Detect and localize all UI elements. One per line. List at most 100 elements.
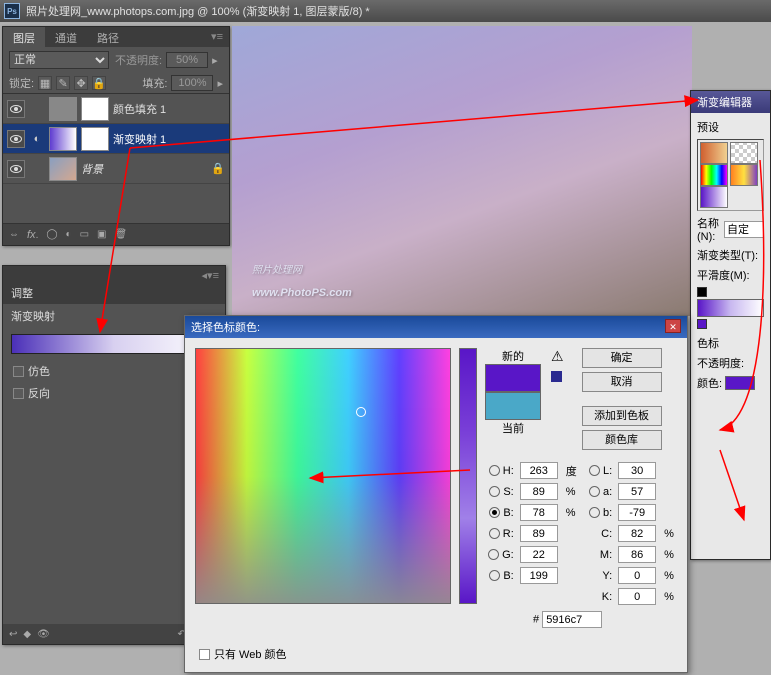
lock-transparency-icon[interactable]: ▦: [38, 76, 52, 90]
stop-color-swatch[interactable]: [725, 376, 755, 390]
gradient-name-input[interactable]: [724, 221, 764, 238]
b-input[interactable]: [520, 504, 558, 521]
bb-input[interactable]: [618, 504, 656, 521]
document-canvas[interactable]: 照片处理网 www.PhotoPS.com: [232, 26, 692, 316]
bl-radio[interactable]: [489, 570, 500, 581]
c-input[interactable]: [618, 525, 656, 542]
link-icon[interactable]: ⇔: [9, 229, 19, 240]
opacity-input[interactable]: [166, 52, 208, 68]
smooth-label: 平滑度(M):: [697, 267, 750, 283]
mask-icon[interactable]: ◯: [46, 229, 57, 240]
panel-menu-icon[interactable]: ◂▾≡: [196, 266, 225, 282]
fill-label: 填充:: [142, 75, 167, 91]
gamut-warning-icon[interactable]: ⚠: [551, 348, 564, 365]
layer-name[interactable]: 背景: [81, 161, 103, 177]
preset-swatch[interactable]: [700, 186, 728, 208]
websafe-warning-icon[interactable]: [551, 371, 562, 382]
hex-input[interactable]: [542, 611, 602, 628]
preset-swatch[interactable]: [700, 142, 728, 164]
lock-paint-icon[interactable]: ✎: [56, 76, 70, 90]
r-radio[interactable]: [489, 528, 500, 539]
opacity-stop-marker[interactable]: [697, 287, 707, 297]
chevron-down-icon[interactable]: ▸: [212, 54, 218, 67]
tab-channels[interactable]: 通道: [45, 27, 87, 47]
layer-thumb[interactable]: [49, 127, 77, 151]
cancel-button[interactable]: 取消: [582, 372, 662, 392]
adjust-title: 调整: [3, 282, 225, 304]
layer-name[interactable]: 颜色填充 1: [113, 101, 166, 117]
layer-thumb[interactable]: [49, 97, 77, 121]
preset-swatch[interactable]: [730, 142, 758, 164]
r-input[interactable]: [520, 525, 558, 542]
a-radio[interactable]: [589, 486, 600, 497]
a-input[interactable]: [618, 483, 656, 500]
preset-swatch[interactable]: [730, 164, 758, 186]
gradient-bar[interactable]: [697, 299, 764, 317]
blend-mode-select[interactable]: 正常: [9, 51, 109, 69]
lock-move-icon[interactable]: ✥: [74, 76, 88, 90]
layer-row[interactable]: 颜色填充 1: [3, 94, 229, 124]
fill-input[interactable]: [171, 75, 213, 91]
lock-all-icon[interactable]: 🔒: [92, 76, 106, 90]
reverse-checkbox[interactable]: [13, 388, 24, 399]
web-only-checkbox[interactable]: [199, 649, 210, 660]
tab-layers[interactable]: 图层: [3, 27, 45, 47]
layer-mask-thumb[interactable]: [81, 97, 109, 121]
visibility-toggle[interactable]: [7, 130, 25, 148]
s-input[interactable]: [520, 483, 558, 500]
l-radio[interactable]: [589, 465, 600, 476]
eye-icon[interactable]: 👁: [37, 629, 50, 640]
tab-paths[interactable]: 路径: [87, 27, 129, 47]
new-color-label: 新的: [485, 348, 541, 364]
fx-icon[interactable]: fx.: [27, 229, 38, 241]
b-radio[interactable]: [489, 507, 500, 518]
ok-button[interactable]: 确定: [582, 348, 662, 368]
g-radio[interactable]: [488, 549, 499, 560]
g-input[interactable]: [520, 546, 558, 563]
current-color-swatch[interactable]: [485, 392, 541, 420]
layer-row[interactable]: ◐ 渐变映射 1: [3, 124, 229, 154]
hue-slider[interactable]: [459, 348, 477, 604]
current-color-label: 当前: [485, 420, 541, 436]
s-radio[interactable]: [489, 486, 500, 497]
h-radio[interactable]: [489, 465, 500, 476]
return-icon[interactable]: ↩: [9, 629, 17, 640]
eye-icon: [10, 105, 22, 113]
panel-menu-icon[interactable]: ▾≡: [205, 27, 229, 47]
bb-radio[interactable]: [589, 507, 600, 518]
add-swatch-button[interactable]: 添加到色板: [582, 406, 662, 426]
layer-list: 颜色填充 1 ◐ 渐变映射 1 背景 🔒: [3, 94, 229, 184]
m-input[interactable]: [618, 546, 656, 563]
y-input[interactable]: [618, 567, 656, 584]
color-library-button[interactable]: 颜色库: [582, 430, 662, 450]
adjustment-icon[interactable]: ◐: [66, 229, 72, 240]
layer-mask-thumb[interactable]: [81, 127, 109, 151]
color-stop-marker[interactable]: [697, 319, 707, 329]
layer-row[interactable]: 背景 🔒: [3, 154, 229, 184]
color-field-cursor[interactable]: [356, 407, 366, 417]
preset-swatch[interactable]: [700, 164, 728, 186]
panel-tabs: 图层 通道 路径 ▾≡: [3, 27, 229, 47]
visibility-toggle[interactable]: [7, 160, 25, 178]
clip-icon[interactable]: ◆: [23, 629, 31, 640]
stop-opacity-label: 不透明度:: [697, 355, 744, 371]
layer-thumb[interactable]: [49, 157, 77, 181]
close-icon[interactable]: ✕: [665, 319, 681, 333]
trash-icon[interactable]: 🗑: [115, 229, 128, 240]
opacity-stops-track[interactable]: [697, 287, 764, 297]
l-input[interactable]: [618, 462, 656, 479]
folder-icon[interactable]: ▭: [80, 229, 89, 240]
h-input[interactable]: [520, 462, 558, 479]
chevron-down-icon[interactable]: ▸: [217, 77, 223, 90]
gradient-editor-title: 渐变编辑器: [691, 91, 770, 113]
dither-checkbox[interactable]: [13, 366, 24, 377]
bl-input[interactable]: [520, 567, 558, 584]
visibility-toggle[interactable]: [7, 100, 25, 118]
k-input[interactable]: [618, 588, 656, 605]
color-field[interactable]: [195, 348, 451, 604]
new-color-swatch: [485, 364, 541, 392]
new-layer-icon[interactable]: ▣: [97, 229, 106, 240]
layer-name[interactable]: 渐变映射 1: [113, 131, 166, 147]
layers-panel: 图层 通道 路径 ▾≡ 正常 不透明度: ▸ 锁定: ▦ ✎ ✥ 🔒 填充: ▸…: [2, 26, 230, 246]
color-stops-track[interactable]: [697, 319, 764, 329]
